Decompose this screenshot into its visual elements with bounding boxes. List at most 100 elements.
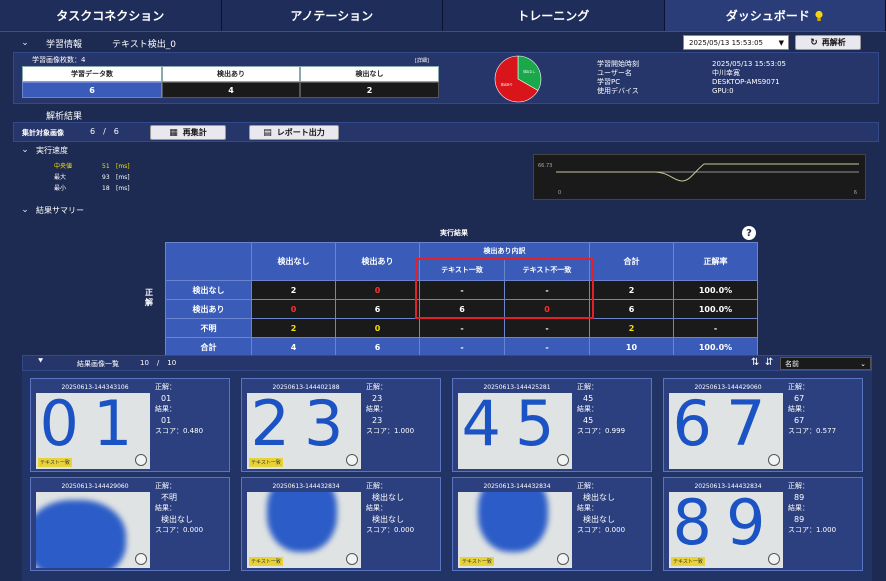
- chevron-down-icon[interactable]: ⌄: [20, 38, 30, 48]
- meta-label: 学習PC: [597, 78, 621, 86]
- card-image: [36, 492, 150, 568]
- answer-value: 検出なし: [583, 493, 615, 502]
- summary-cell: 6: [335, 337, 420, 357]
- result-value: 検出なし: [372, 515, 404, 524]
- report-label: レポート出力: [276, 128, 325, 137]
- digit-image: 67: [672, 393, 780, 460]
- report-button[interactable]: ▤ レポート出力: [249, 125, 339, 140]
- meta-label: 使用デバイス: [597, 87, 639, 95]
- datetime-select[interactable]: 2025/05/13 15:53:05 ▼: [683, 35, 789, 50]
- tab-task-connection[interactable]: タスクコネクション: [0, 0, 222, 31]
- match-badge: テキスト一致: [460, 557, 494, 566]
- count-display: 6 / 6: [90, 127, 119, 136]
- result-card[interactable]: 20250613-144429060 正解： 不明 結果： 検出なし スコア：0…: [30, 477, 230, 571]
- card-image: テキスト一致: [458, 492, 572, 568]
- zoom-icon[interactable]: [346, 553, 358, 565]
- summary-header: ⌄ 結果サマリー: [0, 203, 886, 217]
- tab-dashboard[interactable]: ダッシュボード: [664, 0, 886, 31]
- result-card[interactable]: 20250613-144343106 01 テキスト一致 正解： 01 結果： …: [30, 378, 230, 472]
- summary-cell: -: [673, 318, 758, 338]
- zoom-icon[interactable]: [768, 454, 780, 466]
- result-label: 結果：: [788, 504, 809, 512]
- tab-label: ダッシュボード: [725, 9, 810, 23]
- answer-label: 正解：: [155, 383, 176, 391]
- sort-descending-icon[interactable]: ⇵: [765, 357, 773, 368]
- result-card[interactable]: 20250613-144432834 89 テキスト一致 正解： 89 結果： …: [663, 477, 863, 571]
- table-header: 検出あり: [162, 66, 300, 82]
- result-label: 結果：: [577, 405, 598, 413]
- answer-value: 01: [161, 394, 172, 403]
- summary-cell: 2: [589, 318, 674, 338]
- score-text: スコア：0.000: [366, 526, 415, 534]
- speed-title: 実行速度: [36, 145, 68, 155]
- zoom-icon[interactable]: [135, 454, 147, 466]
- card-grid: 20250613-144343106 01 テキスト一致 正解： 01 結果： …: [22, 371, 872, 581]
- summary-cell: 2: [251, 280, 336, 300]
- zoom-icon[interactable]: [135, 553, 147, 565]
- recount-button[interactable]: ▦ 再集計: [150, 125, 226, 140]
- help-icon[interactable]: ?: [742, 226, 756, 240]
- list-count-total: 10: [167, 359, 177, 367]
- sort-ascending-icon[interactable]: ⇅: [751, 357, 760, 368]
- result-card[interactable]: 20250613-144432834 テキスト一致 正解： 検出なし 結果： 検…: [452, 477, 652, 571]
- analysis-toolbar: [13, 122, 879, 142]
- summary-cell: -: [419, 337, 505, 357]
- answer-value: 45: [583, 394, 594, 403]
- result-value: 67: [794, 416, 805, 425]
- row-header: 検出なし: [165, 280, 252, 300]
- result-label: 結果：: [155, 405, 176, 413]
- score-text: スコア：0.999: [577, 427, 626, 435]
- sort-select[interactable]: 名前 ⌄: [780, 357, 871, 370]
- list-count-sep: /: [156, 359, 160, 367]
- median-label: 中央値: [54, 163, 73, 170]
- answer-value: 67: [794, 394, 805, 403]
- summary-table-title: 実行結果: [440, 229, 468, 237]
- zoom-icon[interactable]: [557, 553, 569, 565]
- reanalyze-button[interactable]: ↻ 再解析: [795, 35, 861, 50]
- row-header: 不明: [165, 318, 252, 338]
- result-card[interactable]: 20250613-144432834 テキスト一致 正解： 検出なし 結果： 検…: [241, 477, 441, 571]
- speed-chart: 66.73 0 6: [533, 154, 866, 200]
- lightbulb-icon[interactable]: [814, 10, 824, 22]
- card-image: 45: [458, 393, 572, 469]
- table-cell: 4: [162, 82, 300, 98]
- table-cell: 2: [300, 82, 439, 98]
- card-info: 正解： 45 結果： 45 スコア：0.999: [577, 382, 625, 437]
- card-id: 20250613-144432834: [694, 483, 762, 490]
- card-image: 67: [669, 393, 783, 469]
- match-badge: テキスト一致: [249, 458, 283, 467]
- zoom-icon[interactable]: [346, 454, 358, 466]
- summary-cell: 100.0%: [673, 280, 758, 300]
- zoom-icon[interactable]: [768, 553, 780, 565]
- datetime-value: 2025/05/13 15:53:05: [689, 38, 764, 47]
- answer-label: 正解：: [577, 482, 598, 490]
- meta-value: DESKTOP-AMS9071: [712, 78, 780, 86]
- summary-cell: 2: [589, 280, 674, 300]
- card-info: 正解： 検出なし 結果： 検出なし スコア：0.000: [366, 481, 414, 536]
- zoom-icon[interactable]: [557, 454, 569, 466]
- table-cell: 6: [22, 82, 162, 98]
- chevron-down-icon[interactable]: ⌄: [20, 205, 30, 215]
- result-card[interactable]: 20250613-144429060 67 正解： 67 結果： 67 スコア：…: [663, 378, 863, 472]
- summary-cell: 0: [335, 280, 420, 300]
- result-value: 01: [161, 416, 172, 425]
- pin-icon[interactable]: ⯆: [37, 357, 44, 367]
- result-label: 結果：: [577, 504, 598, 512]
- model-name: テキスト検出_0: [112, 39, 176, 50]
- median-value: 51: [102, 163, 110, 170]
- blurred-image: [478, 492, 548, 552]
- analysis-title: 解析結果: [46, 111, 83, 122]
- summary-cell: 4: [251, 337, 336, 357]
- summary-cell: -: [504, 318, 590, 338]
- tab-training[interactable]: トレーニング: [443, 0, 665, 31]
- score-text: スコア：0.577: [788, 427, 837, 435]
- tab-annotation[interactable]: アノテーション: [221, 0, 443, 31]
- card-image: 89 テキスト一致: [669, 492, 783, 568]
- chevron-down-icon[interactable]: ⌄: [20, 145, 30, 155]
- result-card[interactable]: 20250613-144402188 23 テキスト一致 正解： 23 結果： …: [241, 378, 441, 472]
- result-card[interactable]: 20250613-144425281 45 正解： 45 結果： 45 スコア：…: [452, 378, 652, 472]
- image-count-label: 学習画像枚数：4: [32, 56, 86, 64]
- speed-chart-lines: [556, 163, 859, 182]
- detail-link[interactable]: [詳細]: [415, 57, 429, 64]
- meta-labels: 学習開始時刻 ユーザー名 学習PC 使用デバイス: [597, 60, 639, 96]
